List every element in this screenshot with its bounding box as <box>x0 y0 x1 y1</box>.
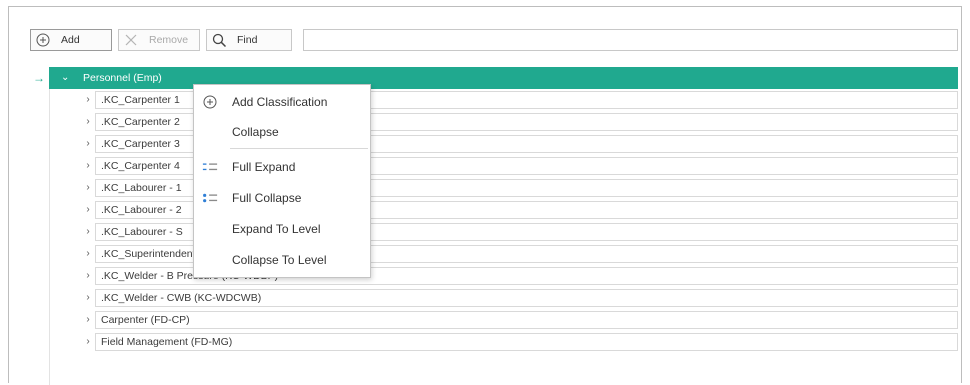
add-circle-icon <box>202 94 218 110</box>
tree-row[interactable]: › .KC_Welder - CWB (KC-WDCWB) <box>27 287 958 309</box>
tree-row[interactable]: › .KC_Labourer - 1 <box>27 177 958 199</box>
full-expand-icon <box>202 159 218 175</box>
tree-row-label: .KC_Welder - CWB (KC-WDCWB) <box>95 289 958 307</box>
tree-row[interactable]: › Field Management (FD-MG) <box>27 331 958 353</box>
menu-item-label: Expand To Level <box>232 222 321 236</box>
tree-row[interactable]: › .KC_Carpenter 3 <box>27 133 958 155</box>
tree-root-label: Personnel (Emp) <box>83 72 162 84</box>
remove-button-label: Remove <box>149 34 189 46</box>
search-input[interactable] <box>303 29 958 51</box>
tree-row[interactable]: › .KC_Superintendent <box>27 243 958 265</box>
menu-item-label: Full Expand <box>232 160 296 174</box>
tree-root-row[interactable]: → ⌄ Personnel (Emp) <box>27 67 958 89</box>
find-button-label: Find <box>237 34 258 46</box>
tree-row[interactable]: › .KC_Carpenter 4 <box>27 155 958 177</box>
menu-item-collapse-to-level[interactable]: Collapse To Level <box>194 246 370 274</box>
tree-row[interactable]: › .KC_Carpenter 1 <box>27 89 958 111</box>
add-circle-icon <box>35 32 51 48</box>
menu-item-label: Add Classification <box>232 95 328 109</box>
chevron-right-icon[interactable]: › <box>83 93 93 107</box>
find-button[interactable]: Find <box>206 29 292 51</box>
chevron-right-icon[interactable]: › <box>83 335 93 349</box>
full-collapse-icon <box>202 190 218 206</box>
chevron-right-icon[interactable]: › <box>83 137 93 151</box>
menu-separator <box>230 148 368 149</box>
tree-row-label: Carpenter (FD-CP) <box>95 311 958 329</box>
add-button[interactable]: Add <box>30 29 112 51</box>
chevron-right-icon[interactable]: › <box>83 269 93 283</box>
current-row-arrow-icon: → <box>33 71 45 85</box>
chevron-right-icon[interactable]: › <box>83 203 93 217</box>
chevron-right-icon[interactable]: › <box>83 225 93 239</box>
menu-item-label: Collapse To Level <box>232 253 327 267</box>
chevron-right-icon[interactable]: › <box>83 313 93 327</box>
close-icon <box>123 32 139 48</box>
menu-item-expand-to-level[interactable]: Expand To Level <box>194 215 370 243</box>
menu-item-add-classification[interactable]: Add Classification <box>194 88 370 116</box>
menu-item-full-expand[interactable]: Full Expand <box>194 153 370 181</box>
chevron-right-icon[interactable]: › <box>83 247 93 261</box>
menu-item-collapse[interactable]: Collapse <box>194 118 370 146</box>
tree-row-label: Field Management (FD-MG) <box>95 333 958 351</box>
menu-item-label: Full Collapse <box>232 191 302 205</box>
menu-item-label: Collapse <box>232 125 279 139</box>
chevron-right-icon[interactable]: › <box>83 115 93 129</box>
chevron-right-icon[interactable]: › <box>83 181 93 195</box>
menu-item-full-collapse[interactable]: Full Collapse <box>194 184 370 212</box>
tree-row[interactable]: › .KC_Welder - B Pressure (KC-WDBP) <box>27 265 958 287</box>
chevron-right-icon[interactable]: › <box>83 159 93 173</box>
context-menu: Add Classification Collapse Full Expand … <box>193 84 371 278</box>
toolbar: Add Remove Find <box>30 29 298 51</box>
classification-tree: → ⌄ Personnel (Emp) › .KC_Carpenter 1 › .K… <box>27 67 958 385</box>
tree-row[interactable]: › .KC_Labourer - 2 <box>27 199 958 221</box>
add-button-label: Add <box>61 34 80 46</box>
remove-button[interactable]: Remove <box>118 29 200 51</box>
chevron-right-icon[interactable]: › <box>83 291 93 305</box>
tree-row[interactable]: › .KC_Labourer - S <box>27 221 958 243</box>
search-icon <box>211 32 227 48</box>
tree-row[interactable]: › Carpenter (FD-CP) <box>27 309 958 331</box>
tree-row[interactable]: › .KC_Carpenter 2 <box>27 111 958 133</box>
chevron-down-icon[interactable]: ⌄ <box>61 67 69 89</box>
